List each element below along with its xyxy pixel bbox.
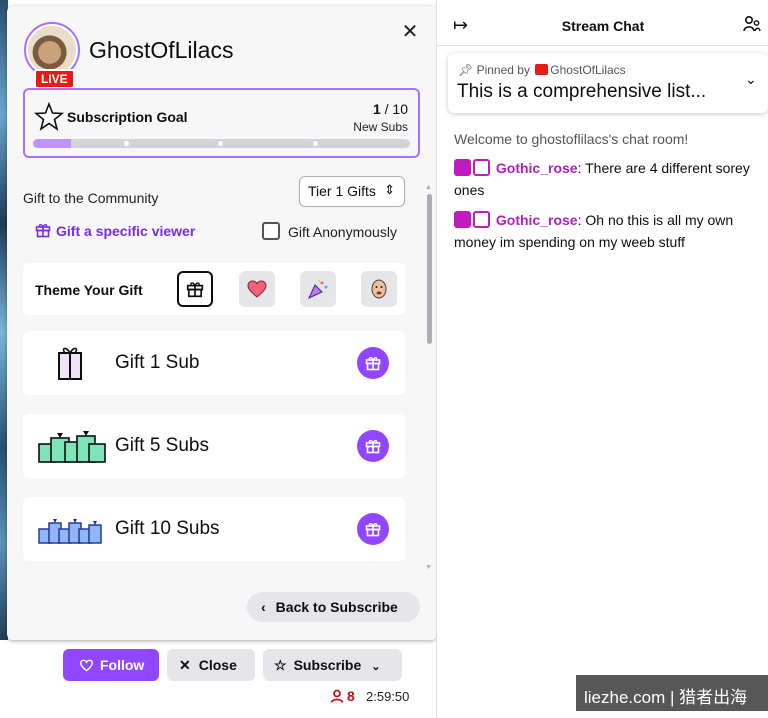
scroll-up-arrow-icon[interactable]: ▲ [425, 184, 432, 191]
pinned-text: This is a comprehensive list... [457, 81, 707, 102]
chat-message: Gothic_rose: There are 4 different sorey… [454, 157, 754, 201]
star-icon: ☆ [274, 657, 287, 673]
back-to-subscribe-button[interactable]: ‹ Back to Subscribe [247, 592, 420, 622]
subscribe-button[interactable]: ☆ Subscribe ⌄ [263, 649, 402, 681]
gift-anonymously-label: Gift Anonymously [288, 224, 397, 240]
chat-message: Gothic_rose: Oh no this is all my own mo… [454, 209, 754, 253]
gift-box-icon [58, 347, 82, 380]
close-icon: ✕ [179, 657, 191, 673]
close-button[interactable]: ✕ Close [167, 649, 255, 681]
theme-option-emote[interactable] [361, 271, 397, 307]
gift-icon [365, 440, 381, 454]
chat-panel: ↦ Stream Chat 📌︎ Pinned by GhostOfLilacs… [436, 0, 768, 718]
theme-your-gift: Theme Your Gift [23, 263, 405, 315]
sort-arrows-icon: ⇕ [384, 182, 395, 197]
pinned-message[interactable]: 📌︎ Pinned by GhostOfLilacs This is a com… [448, 53, 768, 113]
gift-icon [365, 523, 381, 537]
chat-header: ↦ Stream Chat [437, 0, 768, 46]
subscriber-badge-icon[interactable] [454, 211, 471, 228]
gift-option-label: Gift 5 Subs [115, 435, 209, 456]
heart-icon [247, 280, 267, 298]
gift-community-label: Gift to the Community [23, 190, 159, 206]
goal-count: 1 / 10 [372, 101, 408, 117]
goal-title: Subscription Goal [67, 109, 188, 125]
person-icon [330, 689, 344, 703]
users-icon[interactable] [743, 15, 761, 33]
broadcaster-badge-icon [535, 64, 549, 75]
theme-option-heart[interactable] [239, 271, 275, 307]
gift-icon [186, 282, 204, 298]
goal-marker [218, 141, 223, 146]
gift-option-label: Gift 1 Sub [115, 352, 200, 373]
gift-anonymously-checkbox[interactable] [262, 222, 280, 240]
theme-label: Theme Your Gift [35, 282, 143, 298]
tier-select-value: Tier 1 Gifts [308, 183, 376, 199]
close-icon[interactable]: ✕ [399, 21, 421, 43]
goal-progress-bar [33, 139, 410, 148]
theme-option-gift[interactable] [177, 271, 213, 307]
gift-button[interactable] [357, 513, 389, 545]
prime-badge-icon[interactable] [473, 159, 490, 176]
gift-option-label: Gift 10 Subs [115, 518, 220, 539]
theme-option-celebrate[interactable] [300, 271, 336, 307]
gift-sub-popup: LIVE GhostOfLilacs ✕ Subscription Goal 1… [7, 6, 437, 640]
prime-badge-icon[interactable] [473, 211, 490, 228]
heart-icon [79, 659, 94, 672]
subscriber-badge-icon[interactable] [454, 159, 471, 176]
gift-option-card[interactable]: Gift 10 Subs [23, 497, 405, 561]
gift-button[interactable] [357, 430, 389, 462]
stream-uptime: 2:59:50 [366, 689, 410, 704]
pin-icon: 📌︎ [458, 63, 474, 77]
gift-option-card[interactable]: Gift 1 Sub [23, 331, 405, 395]
gift-specific-viewer-link[interactable]: Gift a specific viewer [34, 222, 195, 239]
scroll-down-arrow-icon[interactable]: ▼ [425, 564, 432, 571]
goal-marker [313, 141, 318, 146]
emote-icon [371, 279, 387, 299]
watermark: liezhe.com | 猎者出海 [576, 675, 768, 711]
pinned-meta: 📌︎ Pinned by GhostOfLilacs [458, 63, 626, 77]
scrollbar-thumb[interactable] [427, 194, 432, 344]
viewer-count: 8 [330, 688, 355, 704]
follow-button[interactable]: Follow [63, 649, 159, 681]
goal-marker [124, 141, 129, 146]
chevron-left-icon: ‹ [261, 599, 266, 615]
tier-select[interactable]: Tier 1 Gifts ⇕ [299, 176, 405, 207]
gift-button[interactable] [357, 347, 389, 379]
celebrate-icon [307, 279, 328, 299]
gift-boxes-icon [38, 431, 106, 463]
chevron-down-icon: ⌄ [371, 661, 381, 673]
gift-boxes-icon [38, 519, 102, 544]
goal-progress-fill [33, 139, 71, 148]
chat-username[interactable]: Gothic_rose [496, 160, 578, 176]
chat-title: Stream Chat [561, 18, 645, 34]
gift-icon [365, 357, 381, 371]
star-icon [34, 102, 64, 131]
subscription-goal: Subscription Goal 1 / 10 New Subs [23, 88, 420, 158]
gift-icon [35, 224, 51, 238]
chevron-down-icon[interactable]: ⌄ [745, 71, 757, 88]
chat-username[interactable]: Gothic_rose [496, 212, 578, 228]
popup-scrollbar[interactable]: ▲ ▼ [425, 184, 433, 574]
goal-unit: New Subs [353, 120, 408, 134]
live-badge: LIVE [34, 69, 75, 89]
gift-option-card[interactable]: Gift 5 Subs [23, 414, 405, 478]
chat-welcome: Welcome to ghostoflilacs's chat room! [454, 131, 689, 147]
channel-name: GhostOfLilacs [89, 37, 234, 63]
